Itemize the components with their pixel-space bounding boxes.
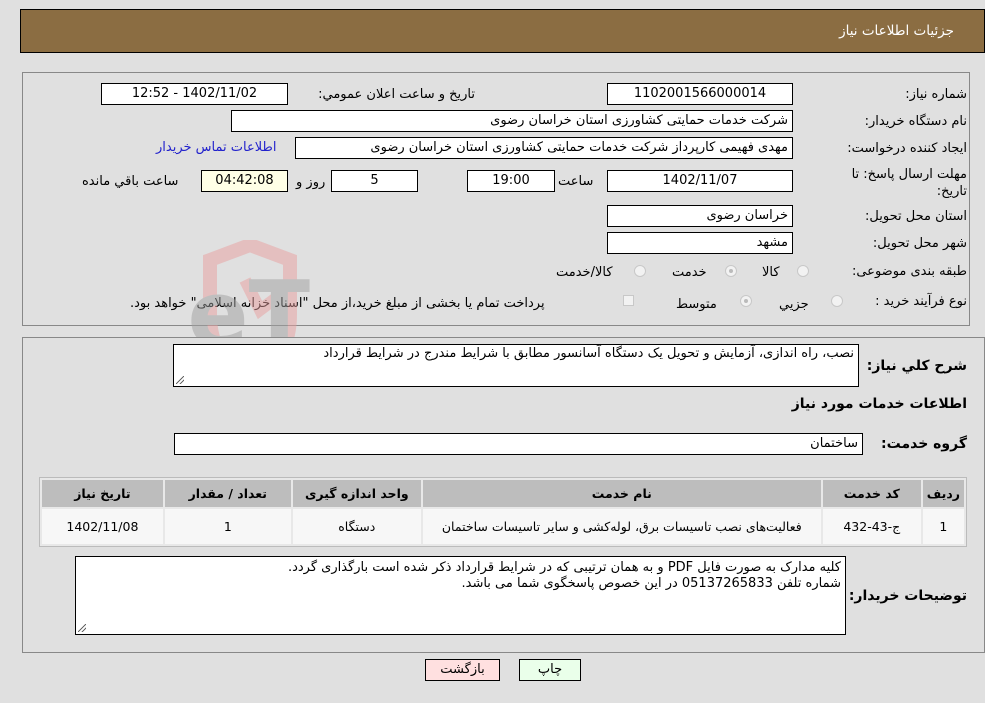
need-number-label: شماره نیاز: <box>905 87 967 102</box>
days-remaining-field: 5 <box>331 170 418 192</box>
announce-date-field: 1402/11/02 - 12:52 <box>101 83 288 105</box>
col-header-date: تاریخ نیاز <box>42 480 163 507</box>
creator-label: ایجاد کننده درخواست: <box>847 141 967 156</box>
treasury-checkbox[interactable] <box>623 295 634 306</box>
city-field: مشهد <box>607 232 793 254</box>
buyer-notes-line-2: شماره تلفن 05137265833 در این خصوص پاسخگ… <box>461 576 842 591</box>
remaining-time-field: 04:42:08 <box>201 170 288 192</box>
category-radio-service[interactable] <box>725 265 737 277</box>
services-table: ردیف کد خدمت نام خدمت واحد اندازه گیری ت… <box>39 477 967 547</box>
cell-date: 1402/11/08 <box>42 509 163 544</box>
description-label: شرح کلي نياز: <box>866 358 967 374</box>
services-section-title: اطلاعات خدمات مورد نیاز <box>791 396 967 412</box>
process-radio-medium[interactable] <box>740 295 752 307</box>
buyer-org-label: نام دستگاه خریدار: <box>864 114 967 129</box>
creator-field: مهدی فهیمی کارپرداز شرکت خدمات حمایتی کش… <box>295 137 793 159</box>
buyer-notes-textarea[interactable]: کلیه مدارک به صورت فایل PDF و به همان تر… <box>75 556 846 635</box>
service-group-label: گروه خدمت: <box>881 436 967 452</box>
category-option-goods-service: کالا/خدمت <box>556 265 613 280</box>
days-label: روز و <box>296 175 326 190</box>
col-header-code: کد خدمت <box>822 480 921 507</box>
category-option-service: خدمت <box>672 265 707 280</box>
city-label: شهر محل تحویل: <box>872 236 967 251</box>
table-header-row: ردیف کد خدمت نام خدمت واحد اندازه گیری ت… <box>42 480 964 507</box>
category-radio-goods[interactable] <box>797 265 809 277</box>
province-field: خراسان رضوی <box>607 205 793 227</box>
cell-code: ج-43-432 <box>822 509 921 544</box>
back-button[interactable]: بازگشت <box>425 659 500 681</box>
resize-handle-icon[interactable] <box>176 376 184 384</box>
page-header: جزئیات اطلاعات نیاز <box>20 9 985 53</box>
description-textarea[interactable]: نصب، راه اندازی، آزمایش و تحویل یک دستگا… <box>173 344 859 387</box>
category-option-goods: کالا <box>762 265 780 280</box>
col-header-name: نام خدمت <box>422 480 821 507</box>
announce-date-label: تاریخ و ساعت اعلان عمومي: <box>318 87 475 102</box>
buyer-notes-line-1: کلیه مدارک به صورت فایل PDF و به همان تر… <box>287 560 841 575</box>
buyer-org-field: شرکت خدمات حمایتی کشاورزی استان خراسان ر… <box>231 110 793 132</box>
category-radio-goods-service[interactable] <box>634 265 646 277</box>
print-button[interactable]: چاپ <box>519 659 581 681</box>
service-group-field: ساختمان <box>174 433 863 455</box>
process-radio-minor[interactable] <box>831 295 843 307</box>
cell-unit: دستگاه <box>292 509 421 544</box>
cell-quantity: 1 <box>164 509 291 544</box>
col-header-index: ردیف <box>922 480 964 507</box>
buyer-notes-label: توضیحات خریدار: <box>848 588 967 604</box>
need-number-field: 1102001566000014 <box>607 83 793 105</box>
col-header-unit: واحد اندازه گیری <box>292 480 421 507</box>
cell-name: فعالیت‌های نصب تاسیسات برق، لوله‌کشی و س… <box>422 509 821 544</box>
process-option-minor: جزيي <box>779 297 809 312</box>
cell-index: 1 <box>922 509 964 544</box>
deadline-label: مهلت ارسال پاسخ: تا تاریخ: <box>851 167 967 199</box>
deadline-time-field: 19:00 <box>467 170 555 192</box>
description-text: نصب، راه اندازی، آزمایش و تحویل یک دستگا… <box>323 346 854 361</box>
category-label: طبقه بندی موضوعی: <box>851 264 967 279</box>
deadline-date-field: 1402/11/07 <box>607 170 793 192</box>
page-title: جزئیات اطلاعات نیاز <box>839 23 954 39</box>
treasury-note: پرداخت تمام یا بخشی از مبلغ خرید،از محل … <box>130 296 545 311</box>
table-row: 1 ج-43-432 فعالیت‌های نصب تاسیسات برق، ل… <box>42 509 964 544</box>
buyer-contact-link[interactable]: اطلاعات تماس خریدار <box>156 140 276 155</box>
province-label: استان محل تحویل: <box>865 209 967 224</box>
deadline-time-label: ساعت <box>558 174 594 189</box>
col-header-quantity: تعداد / مقدار <box>164 480 291 507</box>
remaining-time-label: ساعت باقي مانده <box>82 174 179 189</box>
resize-handle-icon[interactable] <box>78 624 86 632</box>
process-label: نوع فرآیند خرید : <box>875 294 967 309</box>
process-option-medium: متوسط <box>676 297 717 312</box>
